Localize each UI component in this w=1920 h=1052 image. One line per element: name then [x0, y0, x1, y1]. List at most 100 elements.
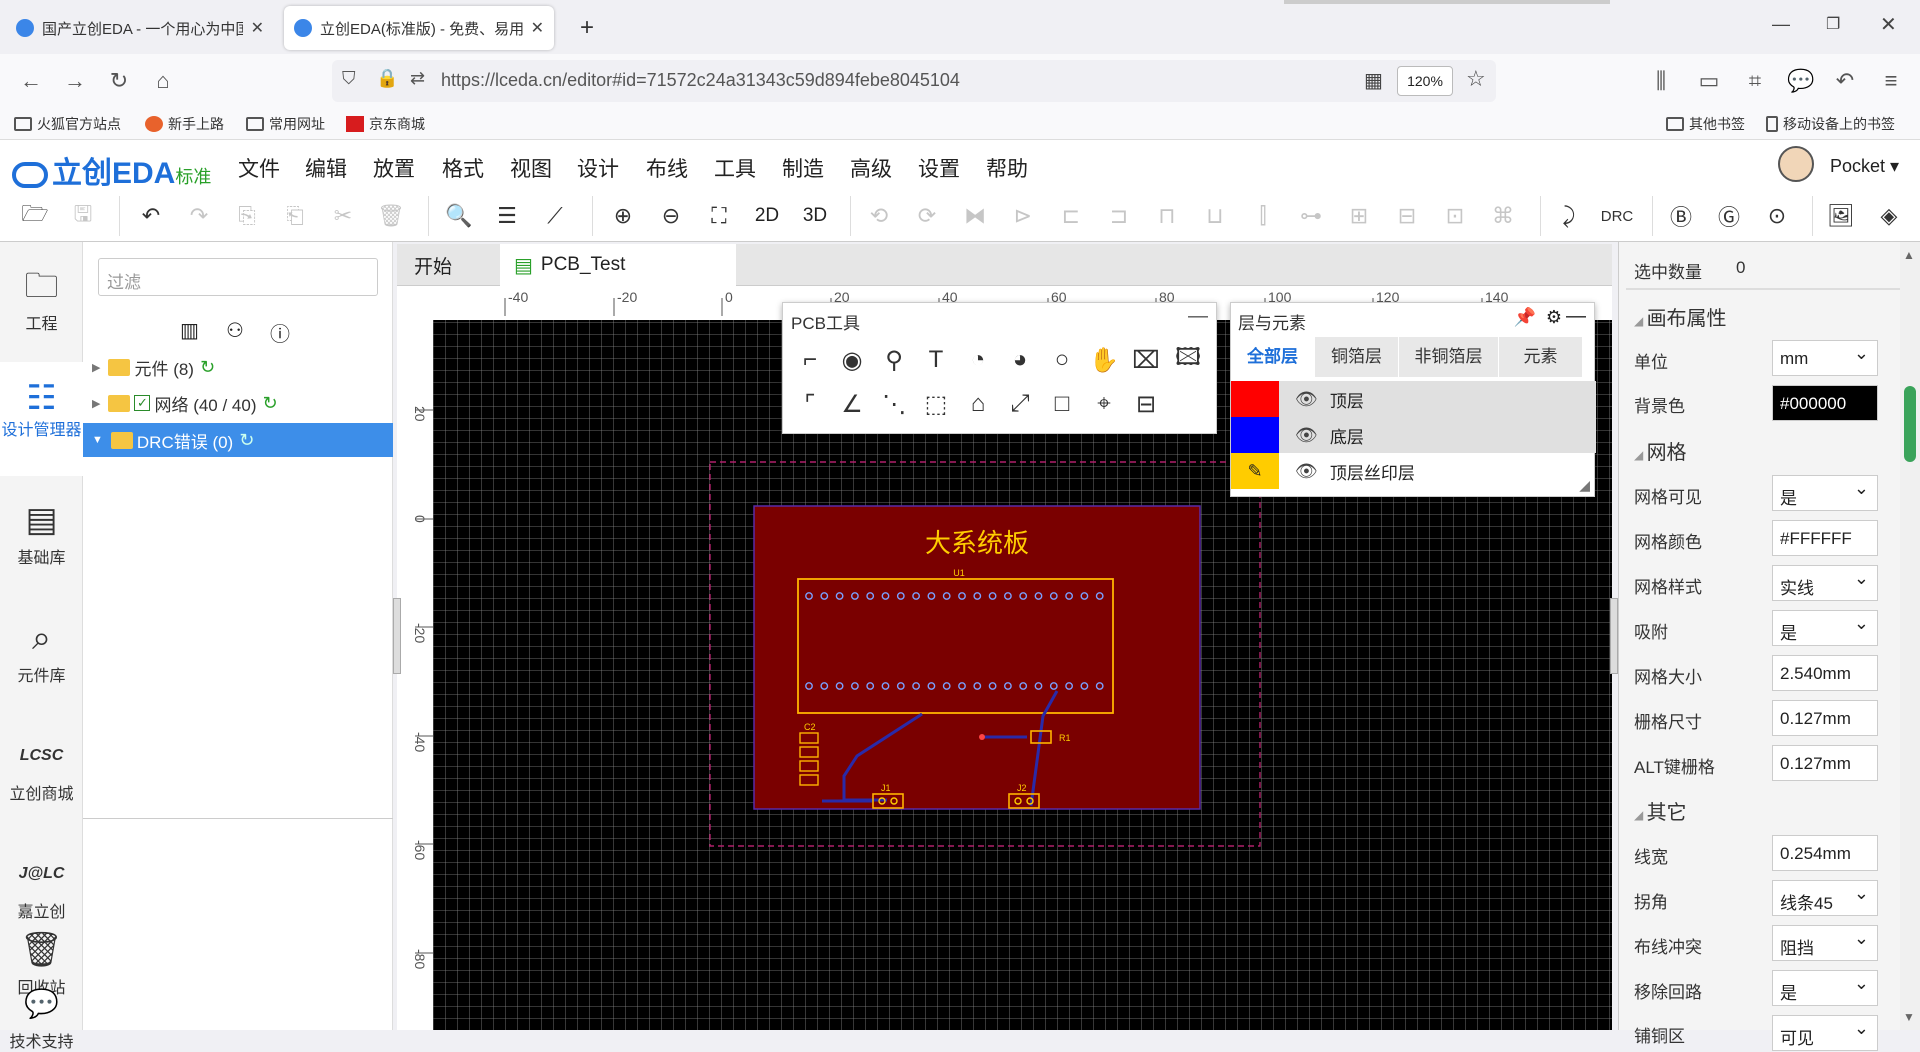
delete-icon[interactable]: 🗑 — [374, 199, 408, 233]
align-center-h-icon[interactable]: ⫿ — [1246, 199, 1280, 233]
corner-select[interactable]: 线条45 — [1772, 880, 1878, 916]
chat-icon[interactable]: 💬 — [1786, 66, 1816, 96]
tab-start[interactable]: 开始 — [400, 244, 496, 286]
remove-loop-select[interactable]: 是 — [1772, 970, 1878, 1006]
align-right-icon[interactable]: ⊐ — [1102, 199, 1136, 233]
import-change-icon[interactable]: ⤸ — [1552, 199, 1586, 233]
pick-place-icon[interactable]: ⊙ — [1760, 199, 1794, 233]
refresh-icon[interactable]: ↻ — [200, 357, 215, 378]
menu-item[interactable]: 文件 — [238, 153, 280, 183]
undo-icon[interactable]: ↶ — [134, 199, 168, 233]
view-2d-button[interactable]: 2D — [750, 199, 784, 233]
drc-filter-icon[interactable]: ⓘ — [270, 318, 290, 347]
crop-icon[interactable]: ⌗ — [1740, 66, 1770, 96]
menu-item[interactable]: 放置 — [373, 153, 415, 183]
permissions-icon[interactable]: ⇄ — [410, 68, 425, 89]
checkbox[interactable]: ✓ — [134, 395, 151, 411]
align-left-icon[interactable]: ⊏ — [1054, 199, 1088, 233]
resize-handle-icon[interactable]: ◢ — [1579, 477, 1590, 494]
layer-color-swatch[interactable]: ✎ — [1231, 453, 1279, 489]
scroll-down-icon[interactable]: ▼ — [1903, 1010, 1915, 1024]
refresh-icon[interactable]: ↻ — [239, 430, 254, 451]
right-splitter-handle[interactable] — [1610, 598, 1618, 674]
bookmark-item[interactable]: 京东商城 — [346, 114, 425, 134]
grid-color-field[interactable]: #FFFFFF — [1772, 520, 1878, 556]
shield-icon[interactable]: ⛉ — [342, 68, 356, 89]
eye-icon[interactable]: 👁 — [1295, 389, 1318, 410]
qr-code-icon[interactable]: ▦ — [1364, 68, 1383, 93]
align-center-v-icon[interactable]: ⊶ — [1294, 199, 1328, 233]
find-list-icon[interactable]: ☰ — [490, 199, 524, 233]
menu-icon[interactable]: ≡ — [1876, 66, 1906, 96]
eye-icon[interactable]: 👁 — [1295, 461, 1318, 482]
solid-region-tool-icon[interactable]: ⌂ — [961, 387, 995, 421]
filter-input[interactable]: 过滤 — [98, 258, 378, 296]
line-width-field[interactable]: 0.254mm — [1772, 835, 1878, 871]
sidebar-item-lcsc[interactable]: LCSC 立创商城 — [0, 734, 83, 804]
via[interactable] — [979, 734, 985, 740]
sidebar-item-component-lib[interactable]: ⌕ 元件库 — [0, 616, 83, 686]
new-tab-button[interactable]: + — [570, 6, 610, 50]
bookmark-item[interactable]: 火狐官方站点 — [14, 114, 121, 134]
layer-tab-non-copper[interactable]: 非铜箔层 — [1399, 337, 1499, 377]
scrollbar-thumb[interactable] — [1904, 386, 1916, 462]
save-icon[interactable]: 🖫 — [66, 199, 100, 233]
tree-item-components[interactable]: ▶ 元件 (8) ↻ — [88, 350, 388, 384]
arc-center-tool-icon[interactable]: ◕ — [1003, 343, 1037, 377]
library-icon[interactable]: ⫼ — [1646, 66, 1676, 96]
layer-row-top[interactable]: 👁 顶层 — [1231, 381, 1596, 417]
url-text[interactable]: https://lceda.cn/editor#id=71572c24a3134… — [441, 70, 960, 91]
close-window-icon[interactable]: ✕ — [1880, 12, 1897, 37]
angle-tool-icon[interactable]: ∠ — [835, 387, 869, 421]
group-icon[interactable]: ⌘ — [1486, 199, 1520, 233]
rect-tool-icon[interactable]: □ — [1045, 387, 1079, 421]
layer-tab-all[interactable]: 全部层 — [1231, 337, 1315, 377]
layer-row-bottom[interactable]: 👁 底层 — [1231, 417, 1596, 453]
connect-tool-icon[interactable]: ⋱ — [877, 387, 911, 421]
rotate-icon[interactable]: ⟲ — [862, 199, 896, 233]
avatar[interactable] — [1778, 146, 1814, 182]
reload-icon[interactable]: ↻ — [104, 66, 134, 96]
hand-tool-icon[interactable]: ✋ — [1087, 343, 1121, 377]
home-icon[interactable]: ⌂ — [148, 66, 178, 96]
section-grid[interactable]: ◢ 网格 — [1634, 436, 1687, 465]
align-bottom-icon[interactable]: ⊔ — [1198, 199, 1232, 233]
zoom-out-icon[interactable]: ⊖ — [654, 199, 688, 233]
back-icon[interactable]: ← — [16, 66, 46, 96]
expand-arrow-icon[interactable]: ▶ — [92, 361, 100, 374]
circle-tool-icon[interactable]: ○ — [1045, 343, 1079, 377]
image-tool-icon[interactable]: 🖾 — [1171, 343, 1205, 377]
distribute-h-icon[interactable]: ⊞ — [1342, 199, 1376, 233]
ruler-icon[interactable]: ⟋ — [538, 199, 572, 233]
bookmark-item[interactable]: 移动设备上的书签 — [1766, 114, 1895, 134]
bookmark-star-icon[interactable]: ☆ — [1466, 66, 1486, 92]
menu-item[interactable]: 视图 — [510, 153, 552, 183]
lock-icon[interactable]: 🔒 — [376, 68, 398, 89]
rotate-ccw-icon[interactable]: ⟳ — [910, 199, 944, 233]
measure-tool-icon[interactable]: ⤢ — [1003, 387, 1037, 421]
fit-view-icon[interactable]: ⛶ — [702, 199, 736, 233]
redo-icon[interactable]: ↷ — [182, 199, 216, 233]
menu-item[interactable]: 设置 — [918, 153, 960, 183]
tree-item-nets[interactable]: ▶ ✓ 网络 (40 / 40) ↻ — [88, 386, 388, 420]
grid-style-select[interactable]: 实线 — [1772, 565, 1878, 601]
unit-select[interactable]: mm — [1772, 340, 1878, 376]
browser-tab[interactable]: 国产立创EDA - 一个用心为中国 ✕ — [6, 6, 274, 50]
eye-icon[interactable]: 👁 — [1295, 425, 1318, 446]
undo-arrow-icon[interactable]: ↶ — [1830, 66, 1860, 96]
pad-tool-icon[interactable]: ◉ — [835, 343, 869, 377]
component-filter-icon[interactable]: ▥ — [180, 318, 199, 343]
cut-icon[interactable]: ✂ — [326, 199, 360, 233]
menu-item[interactable]: 高级 — [850, 153, 892, 183]
arc-tool-icon[interactable]: ◔ — [961, 343, 995, 377]
scroll-up-icon[interactable]: ▲ — [1903, 248, 1915, 262]
routing-conflict-select[interactable]: 阻挡 — [1772, 925, 1878, 961]
layers-icon[interactable]: ◈ — [1872, 199, 1906, 233]
background-color-field[interactable]: #000000 — [1772, 385, 1878, 421]
gear-icon[interactable]: ⚙ — [1546, 307, 1562, 328]
reader-view-icon[interactable]: ▭ — [1694, 66, 1724, 96]
paste-icon[interactable]: ⎗ — [278, 199, 312, 233]
gerber-icon[interactable]: Ⓖ — [1712, 199, 1746, 233]
minimize-window-icon[interactable]: — — [1772, 14, 1790, 35]
bookmark-item[interactable]: 新手上路 — [145, 114, 224, 134]
